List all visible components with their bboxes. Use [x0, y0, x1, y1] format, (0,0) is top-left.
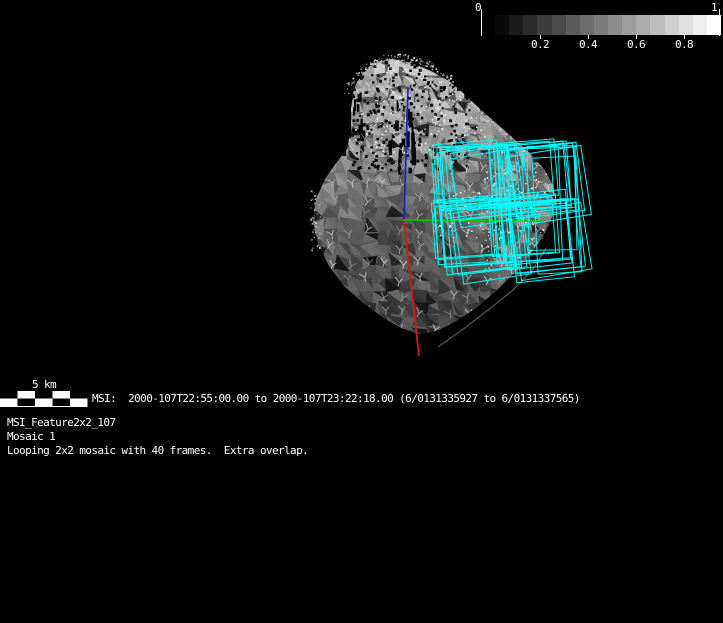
colorbar-step — [608, 15, 623, 35]
colorbar-tick-label: 0.2 — [530, 38, 550, 51]
mosaic-description: Looping 2x2 mosaic with 40 frames. Extra… — [7, 444, 309, 457]
colorbar-max-label: 1 — [711, 1, 718, 14]
mosaic-label: Mosaic 1 — [7, 430, 56, 443]
colorbar-step — [678, 15, 693, 35]
colorbar-gradient — [495, 15, 721, 35]
colorbar-left-endline — [481, 9, 482, 36]
colorbar-step — [495, 15, 510, 35]
colorbar-tick-label: 0.6 — [626, 38, 646, 51]
colorbar-tick-label: 0.8 — [674, 38, 694, 51]
colorbar-step — [523, 15, 538, 35]
colorbar-step — [664, 15, 679, 35]
colorbar-step — [692, 15, 707, 35]
asteroid-3d-view[interactable] — [0, 0, 723, 623]
colorbar-step — [509, 15, 524, 35]
colorbar-tick-label: 0.4 — [578, 38, 598, 51]
colorbar-step — [565, 15, 580, 35]
status-line: MSI: 2000-107T22:55:00.00 to 2000-107T23… — [92, 392, 580, 405]
colorbar-step — [636, 15, 651, 35]
colorbar-step — [650, 15, 665, 35]
colorbar-step — [706, 15, 721, 35]
colorbar-step — [537, 15, 552, 35]
colorbar-step — [593, 15, 608, 35]
scale-bar-label: 5 km — [31, 378, 57, 391]
scale-bar-checker — [0, 391, 88, 407]
colorbar-step — [579, 15, 594, 35]
sequence-name: MSI_Feature2x2_107 — [7, 416, 116, 429]
colorbar-step — [551, 15, 566, 35]
colorbar-step — [622, 15, 637, 35]
